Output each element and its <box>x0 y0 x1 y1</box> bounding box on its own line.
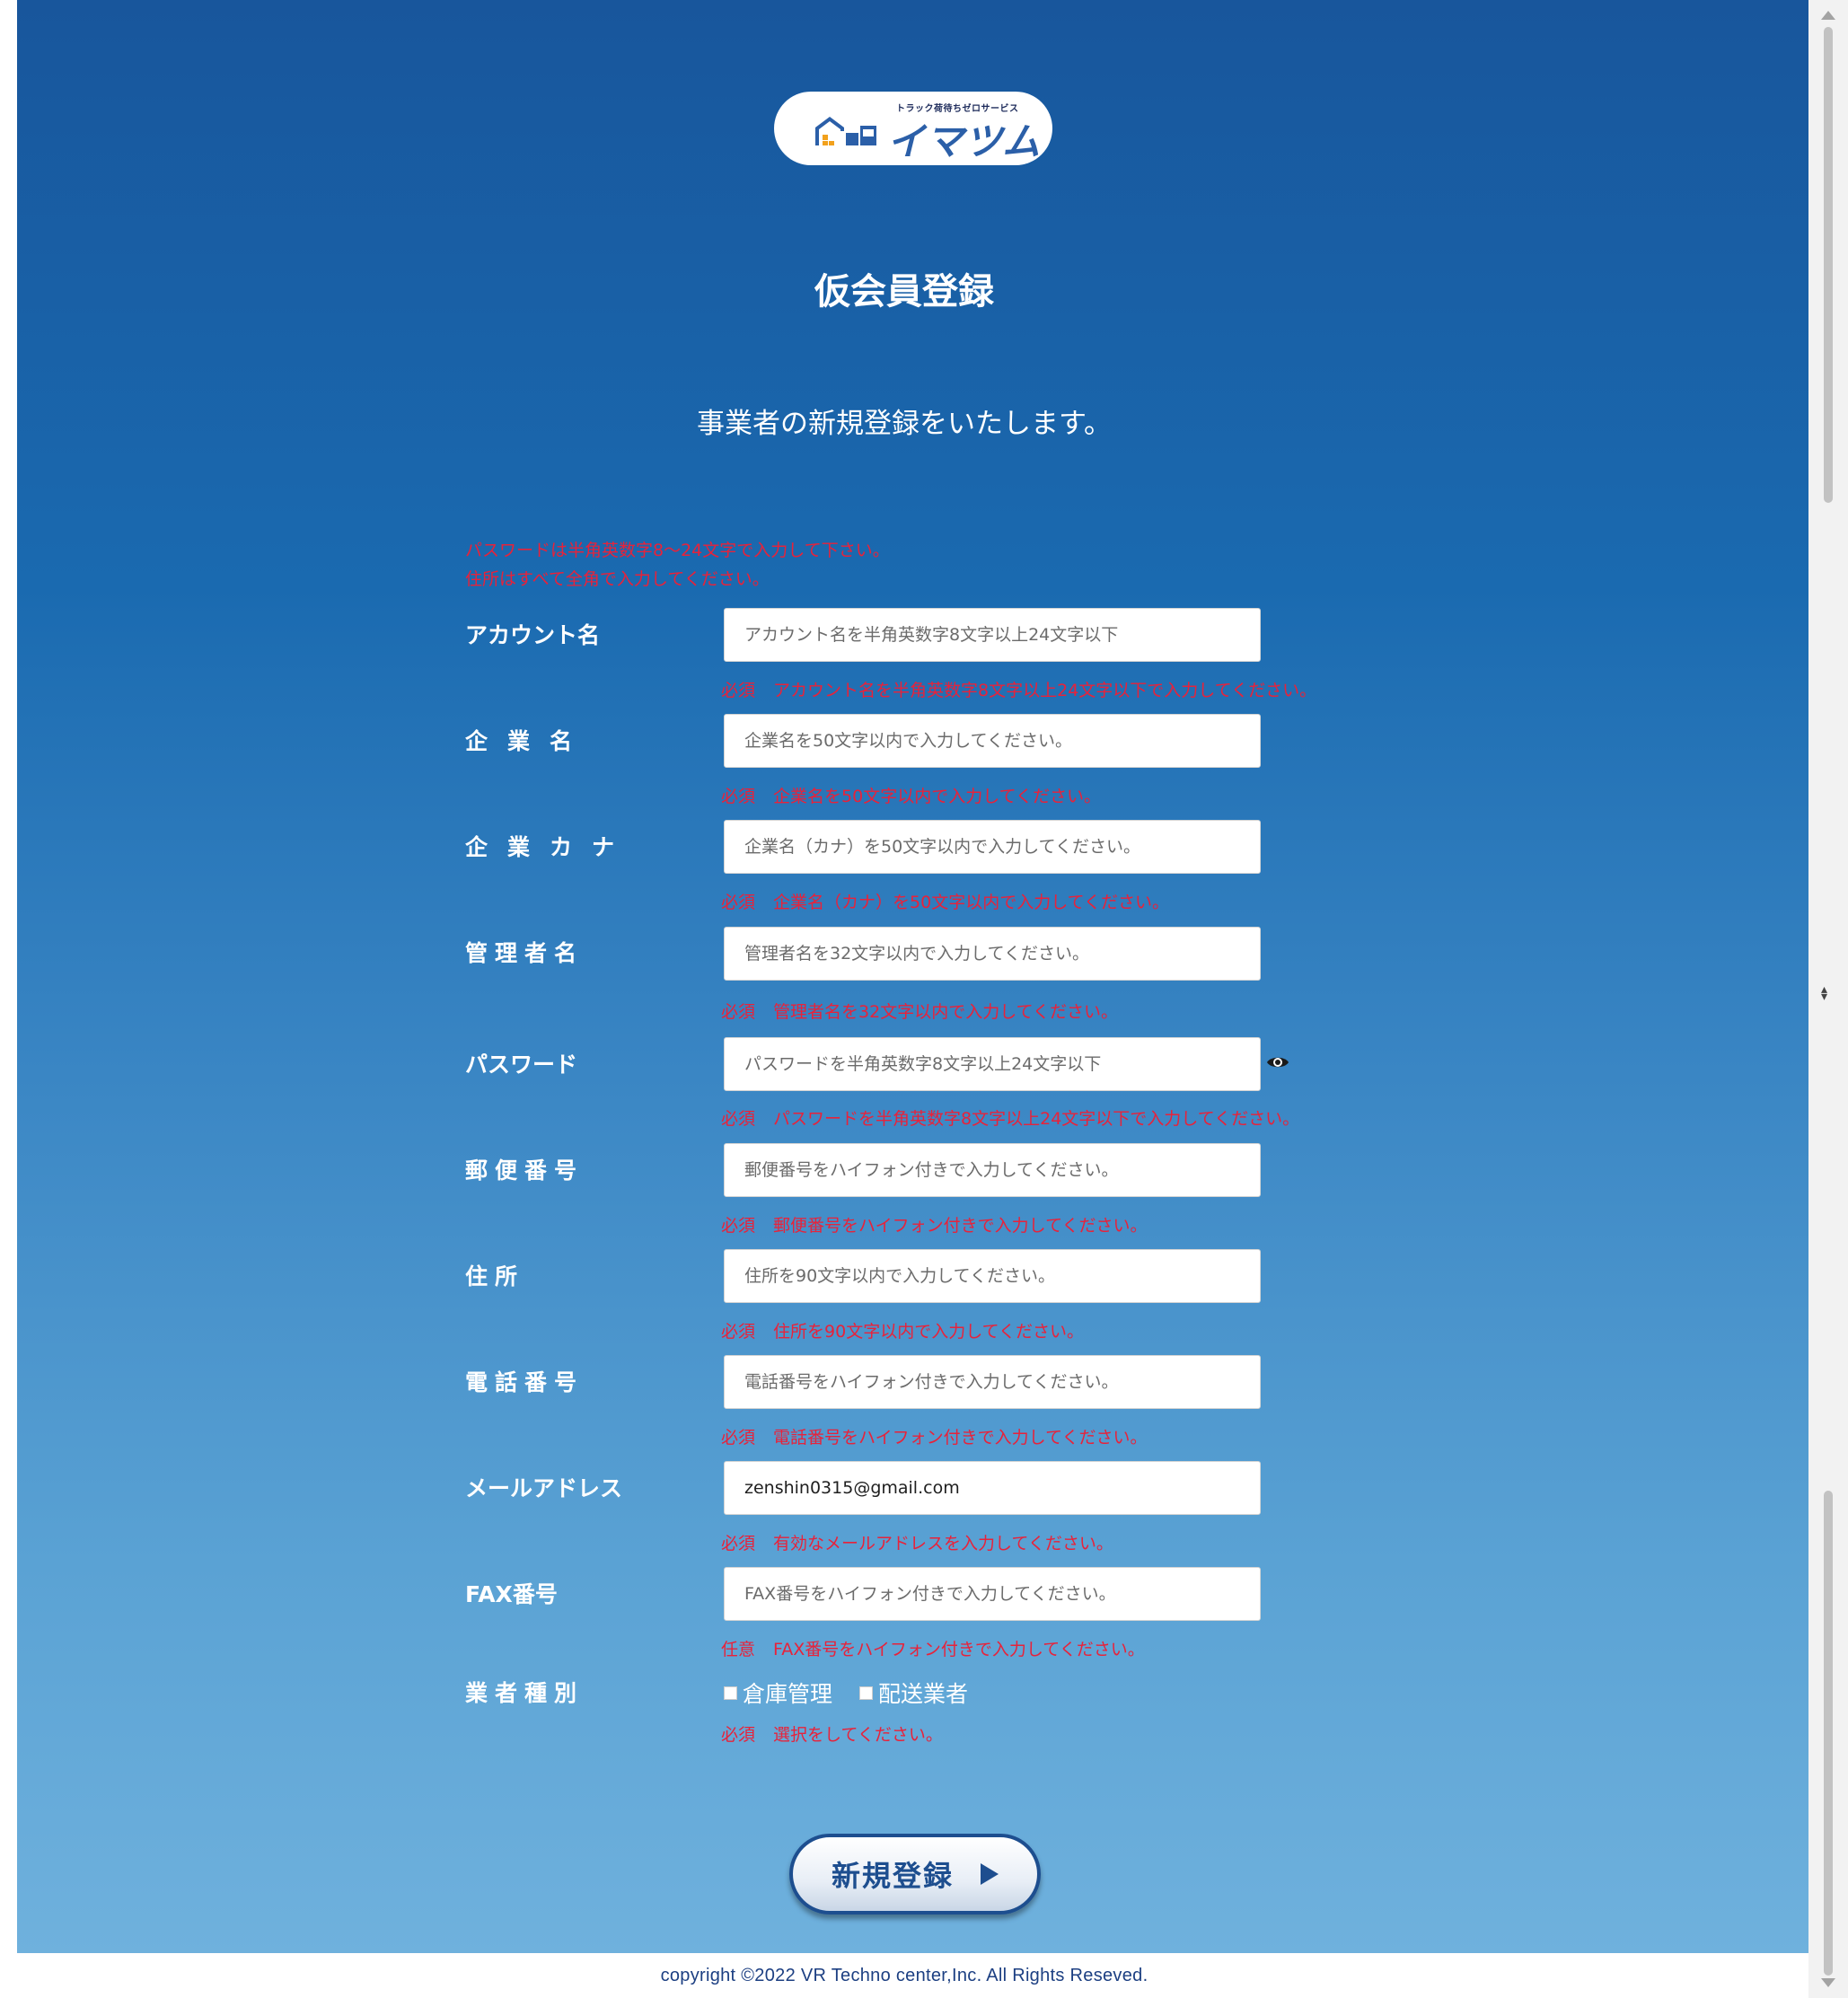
required-tag: 必須 <box>721 1725 756 1745</box>
required-tag: 必須 <box>721 787 756 806</box>
phone-number-input[interactable] <box>724 1355 1261 1409</box>
hint-text: 管理者名を32文字以内で入力してください。 <box>773 1002 1119 1022</box>
warehouse-truck-icon <box>815 117 876 145</box>
register-button-label: 新規登録 <box>831 1859 954 1893</box>
required-tag: 必須 <box>721 1216 756 1236</box>
required-tag: 必須 <box>721 1109 756 1129</box>
option-label: 倉庫管理 <box>743 1681 833 1707</box>
postal-code-label: 郵便番号 <box>465 1157 585 1184</box>
required-tag: 必須 <box>721 681 756 700</box>
manager-name-hint: 必須 管理者名を32文字以内で入力してください。 <box>721 999 1118 1023</box>
password-rule-note: パスワードは半角英数字8～24文字で入力して下さい。 <box>465 541 890 560</box>
hint-text: FAX番号をハイフォン付きで入力してください。 <box>773 1640 1145 1659</box>
address-input[interactable] <box>724 1249 1261 1303</box>
address-rule-note: 住所はすべて全角で入力してください。 <box>465 569 770 589</box>
scrollbar-thumb-lower[interactable] <box>1824 1491 1833 1976</box>
account-name-label: アカウント名 <box>465 622 601 648</box>
imatsumu-logo: トラック荷待ちゼロサービス イマツム <box>774 92 1052 165</box>
page-subtitle: 事業者の新規登録をいたします。 <box>697 408 1112 440</box>
hint-text: 住所を90文字以内で入力してください。 <box>773 1322 1085 1342</box>
scroll-down-icon[interactable] <box>1821 1978 1835 1987</box>
required-tag: 必須 <box>721 1428 756 1448</box>
eye-icon[interactable] <box>1266 1054 1289 1070</box>
company-name-hint: 必須 企業名を50文字以内で入力してください。 <box>721 783 1101 807</box>
logo-wordmark: イマツム <box>887 119 1042 163</box>
manager-name-label: 管理者名 <box>465 940 585 966</box>
hint-text: 郵便番号をハイフォン付きで入力してください。 <box>773 1216 1148 1236</box>
checkbox-delivery[interactable] <box>859 1686 874 1700</box>
password-label: パスワード <box>465 1052 578 1078</box>
business-type-options: 倉庫管理 配送業者 <box>724 1677 995 1709</box>
play-arrow-icon <box>981 1863 999 1885</box>
hint-text: 有効なメールアドレスを入力してください。 <box>773 1534 1113 1554</box>
phone-number-label: 電話番号 <box>465 1369 585 1395</box>
hint-text: 企業名（カナ）を50文字以内で入力してください。 <box>773 893 1170 912</box>
address-hint: 必須 住所を90文字以内で入力してください。 <box>721 1318 1084 1342</box>
fax-number-label: FAX番号 <box>465 1581 558 1607</box>
company-name-label: 企業名 <box>465 728 593 754</box>
hint-text: 選択をしてください。 <box>773 1725 943 1745</box>
business-type-hint: 必須 選択をしてください。 <box>721 1721 943 1746</box>
company-kana-hint: 必須 企業名（カナ）を50文字以内で入力してください。 <box>721 889 1169 913</box>
scroll-up-icon[interactable] <box>1821 11 1835 20</box>
company-kana-input[interactable] <box>724 820 1261 874</box>
company-kana-label: 企業カナ <box>465 834 635 860</box>
page-title: 仮会員登録 <box>814 271 994 312</box>
company-name-input[interactable] <box>724 714 1261 768</box>
option-delivery[interactable]: 配送業者 <box>859 1677 968 1709</box>
hint-text: パスワードを半角英数字8文字以上24文字以下で入力してください。 <box>773 1109 1300 1129</box>
vertical-scrollbar[interactable]: ▴ ▾ <box>1808 0 1848 1998</box>
scrollbar-thumb[interactable] <box>1824 27 1833 503</box>
email-input[interactable] <box>724 1461 1261 1515</box>
hint-text: 企業名を50文字以内で入力してください。 <box>773 787 1102 806</box>
required-tag: 必須 <box>721 893 756 912</box>
hint-text: アカウント名を半角英数字8文字以上24文字以下で入力してください。 <box>773 681 1317 700</box>
account-name-input[interactable] <box>724 608 1261 662</box>
register-button[interactable]: 新規登録 <box>789 1834 1041 1914</box>
fax-number-hint: 任意 FAX番号をハイフォン付きで入力してください。 <box>721 1636 1145 1660</box>
copyright-footer: copyright ©2022 VR Techno center,Inc. Al… <box>0 1953 1808 1998</box>
checkbox-warehouse[interactable] <box>724 1686 737 1700</box>
optional-tag: 任意 <box>721 1640 756 1659</box>
manager-name-input[interactable] <box>724 927 1261 981</box>
password-input[interactable] <box>724 1037 1261 1091</box>
hint-text: 電話番号をハイフォン付きで入力してください。 <box>773 1428 1148 1448</box>
postal-code-input[interactable] <box>724 1143 1261 1197</box>
postal-code-hint: 必須 郵便番号をハイフォン付きで入力してください。 <box>721 1212 1148 1237</box>
account-name-hint: 必須 アカウント名を半角英数字8文字以上24文字以下で入力してください。 <box>721 677 1316 701</box>
scroll-split-icon: ▴ ▾ <box>1821 982 1828 1004</box>
email-label: メールアドレス <box>465 1475 623 1501</box>
option-label: 配送業者 <box>878 1681 969 1707</box>
phone-number-hint: 必須 電話番号をハイフォン付きで入力してください。 <box>721 1424 1148 1448</box>
fax-number-input[interactable] <box>724 1567 1261 1621</box>
required-tag: 必須 <box>721 1002 756 1022</box>
option-warehouse[interactable]: 倉庫管理 <box>724 1677 832 1709</box>
email-hint: 必須 有効なメールアドレスを入力してください。 <box>721 1530 1113 1554</box>
required-tag: 必須 <box>721 1534 756 1554</box>
required-tag: 必須 <box>721 1322 756 1342</box>
password-hint: 必須 パスワードを半角英数字8文字以上24文字以下で入力してください。 <box>721 1105 1299 1130</box>
address-label: 住所 <box>465 1263 525 1289</box>
business-type-label: 業者種別 <box>465 1680 585 1706</box>
